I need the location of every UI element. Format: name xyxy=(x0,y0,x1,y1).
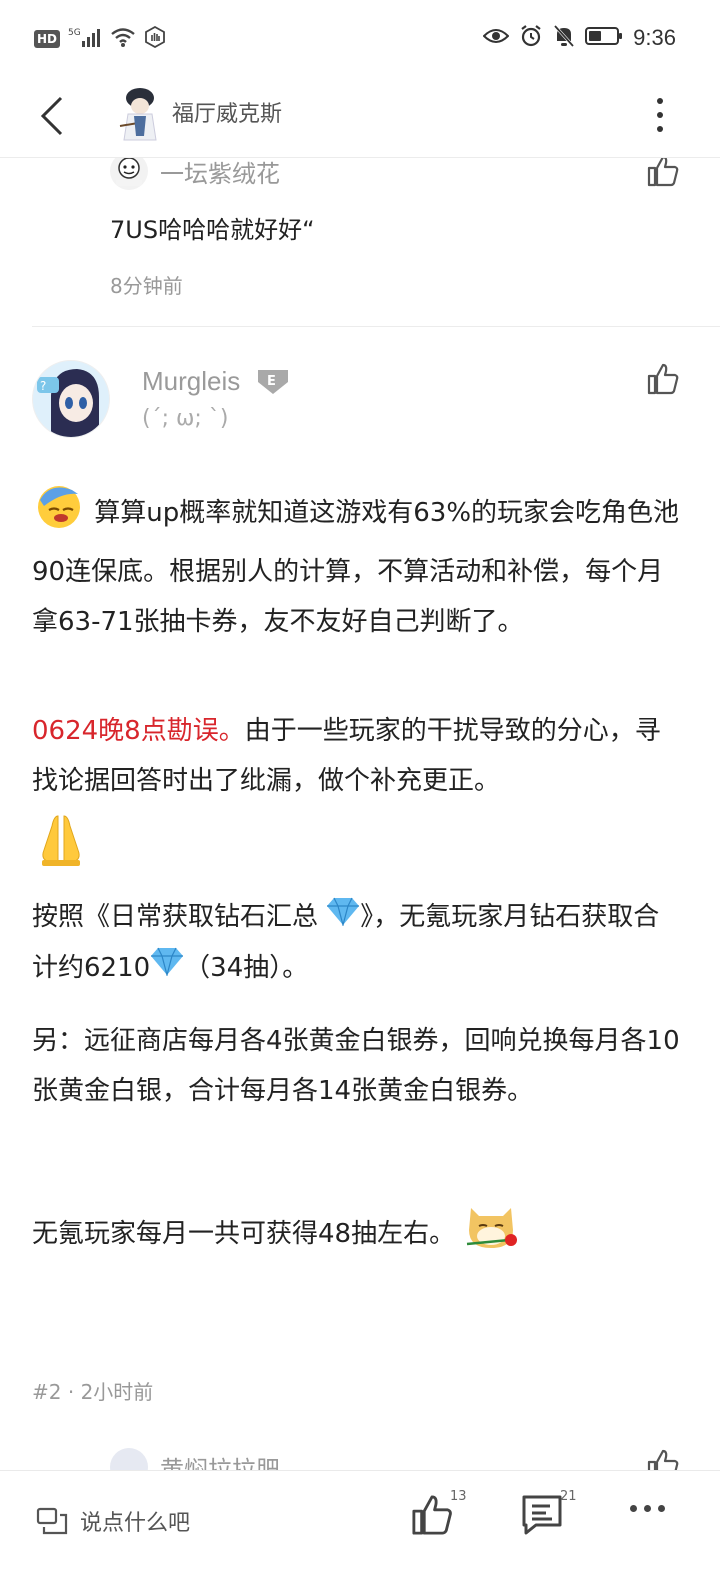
reply-author-name[interactable]: 黄焖拉拉肥 xyxy=(160,1450,280,1472)
comment-paragraph: 按照《日常获取钻石汇总 》，无氪玩家月钻石获取合计约6210 （34抽）。 xyxy=(32,892,682,993)
thumbs-up-icon xyxy=(412,1495,452,1535)
pray-icon xyxy=(32,812,90,885)
comment-text: 算算up概率就知道这游戏有63%的玩家会吃角色池90连保底。根据别人的计算，不算… xyxy=(32,498,680,637)
wifi-icon xyxy=(110,26,136,52)
comment-like-button[interactable] xyxy=(646,362,680,400)
comment-edit-icon xyxy=(36,1507,68,1535)
comment-text: 无氪玩家每月一共可获得48抽左右。 xyxy=(32,1219,456,1249)
back-button[interactable] xyxy=(30,86,74,146)
more-horiz-icon xyxy=(630,1505,637,1512)
svg-text:?: ? xyxy=(40,379,46,393)
like-count: 13 xyxy=(450,1489,467,1504)
more-vert-icon xyxy=(657,98,663,104)
comment-text: 按照《日常获取钻石汇总 xyxy=(32,902,319,932)
comment-author-name[interactable]: Murgleis xyxy=(142,366,240,397)
comment-time: 2小时前 xyxy=(80,1380,154,1404)
meta-separator: · xyxy=(67,1380,81,1404)
diamond-icon xyxy=(326,893,360,943)
hand-shield-icon xyxy=(144,25,166,52)
status-right: 9:36 xyxy=(482,24,676,52)
floor-number: #2 xyxy=(32,1380,62,1404)
top-nav-bar: 福厅威克斯 xyxy=(0,78,720,158)
svg-text:5G: 5G xyxy=(68,28,81,38)
post-author-avatar[interactable] xyxy=(114,86,164,142)
erratum-label: 0624晚8点勘误。 xyxy=(32,716,245,746)
level-badge: E xyxy=(256,368,290,400)
reply-count: 21 xyxy=(560,1489,577,1504)
comment-paragraph: 0624晚8点勘误。由于一些玩家的干扰导致的分心，寻找论据回答时出了纰漏，做个补… xyxy=(32,706,682,885)
hd-badge: HD xyxy=(34,30,61,48)
comment-input-placeholder: 说点什么吧 xyxy=(80,1511,191,1536)
like-button[interactable]: 13 xyxy=(410,1489,467,1541)
thumbs-up-icon xyxy=(647,1449,679,1472)
reply-time: 8分钟前 xyxy=(110,274,183,298)
comment-author-avatar[interactable]: ? xyxy=(32,360,110,438)
post-meta: #2 · 2小时前 xyxy=(32,1376,153,1405)
reply-author-name[interactable]: 一坛紫绒花 xyxy=(160,154,280,189)
comment-icon xyxy=(522,1495,562,1535)
reply-like-button[interactable] xyxy=(646,1448,680,1472)
battery-icon xyxy=(585,26,623,50)
post-author-name[interactable]: 福厅威克斯 xyxy=(172,96,282,128)
more-horiz-dot xyxy=(644,1505,651,1512)
next-reply: 黄焖拉拉肥 xyxy=(0,1448,720,1472)
diamond-icon xyxy=(150,943,184,993)
comment-paragraph: 无氪玩家每月一共可获得48抽左右。 xyxy=(32,1200,682,1269)
reply-text: 7US哈哈哈就好好“ xyxy=(110,216,315,244)
comment-paragraph: 算算up概率就知道这游戏有63%的玩家会吃角色池90连保底。根据别人的计算，不算… xyxy=(32,480,682,647)
more-vert-dot xyxy=(657,126,663,132)
reply-like-button[interactable] xyxy=(646,154,680,192)
eye-icon xyxy=(482,26,510,50)
divider xyxy=(32,326,720,327)
thumbs-up-icon xyxy=(647,363,679,395)
status-bar: HD 5G 9:36 xyxy=(0,0,720,78)
more-actions-button[interactable] xyxy=(630,1505,665,1512)
bottom-action-bar: 说点什么吧 13 21 xyxy=(0,1470,720,1592)
comment-author-signature: (´; ω; `) xyxy=(142,406,229,431)
doge-rose-icon xyxy=(463,1200,519,1269)
thumbs-up-icon xyxy=(647,155,679,187)
comment-text: （34抽）。 xyxy=(184,952,309,983)
status-left: HD 5G xyxy=(34,25,166,52)
comment-paragraph: 另：远征商店每月各4张黄金白银券，回响兑换每月各10张黄金白银，合计每月各14张… xyxy=(32,1026,680,1106)
more-vert-dot xyxy=(657,112,663,118)
more-options-button[interactable] xyxy=(640,90,680,140)
signal-5g-icon: 5G xyxy=(68,26,102,52)
svg-text:E: E xyxy=(267,374,276,389)
reply-avatar[interactable] xyxy=(110,1448,148,1472)
comment-input[interactable]: 说点什么吧 xyxy=(36,1499,190,1543)
clock-time: 9:36 xyxy=(633,25,676,50)
mute-bell-icon xyxy=(553,24,575,52)
more-horiz-dot xyxy=(658,1505,665,1512)
alarm-icon xyxy=(519,24,543,52)
previous-reply: 一坛紫绒花 7US哈哈哈就好好“ 8分钟前 xyxy=(0,150,720,328)
back-arrow-icon xyxy=(40,96,63,136)
facepalm-emoji-icon xyxy=(32,480,86,547)
reply-button[interactable]: 21 xyxy=(520,1489,577,1541)
